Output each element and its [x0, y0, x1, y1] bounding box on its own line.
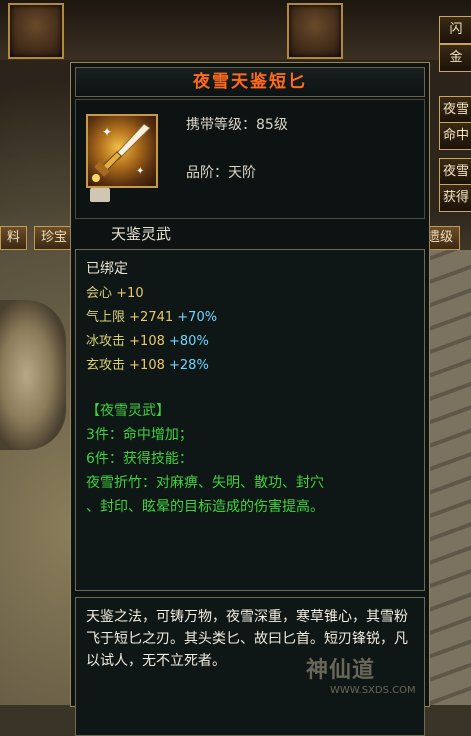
right-button-2[interactable]: 金: [439, 44, 471, 72]
equip-slot-left[interactable]: [8, 3, 64, 59]
set-bonus-line: 夜雪折竹：对麻痹、失明、散功、封穴: [86, 475, 324, 491]
bound-status: 已绑定: [86, 261, 128, 277]
stats-panel: 已绑定 会心 +10 气上限 +2741 +70% 冰攻击 +108 +80% …: [75, 249, 425, 591]
right-button-1[interactable]: 闪: [439, 16, 471, 44]
set-bonus-line: 6件：获得技能：: [86, 451, 193, 467]
right-button-5[interactable]: 夜雪: [439, 158, 471, 186]
stat-percent: +28%: [169, 358, 209, 373]
stat-percent: +80%: [169, 334, 209, 349]
right-button-3[interactable]: 夜雪: [439, 96, 471, 124]
top-bar: [0, 0, 471, 60]
equip-slot-right[interactable]: [287, 3, 343, 59]
set-bonus-line: 、封印、眩晕的目标造成的伤害提高。: [86, 499, 324, 515]
set-bonus-line: 3件：命中增加；: [86, 427, 193, 443]
stat-value: +10: [116, 286, 144, 301]
stat-row: 会心 +10: [86, 282, 144, 301]
item-title: 夜雪天鉴短匕: [75, 67, 425, 97]
stat-label: 冰攻击: [86, 334, 126, 349]
set-name: 天鉴灵武: [111, 225, 172, 243]
stat-label: 气上限: [86, 310, 126, 325]
bound-key-icon: [90, 188, 110, 202]
right-button-6[interactable]: 获得: [439, 184, 471, 212]
tab-treasure[interactable]: 珍宝: [34, 226, 75, 250]
tab-materials[interactable]: 料: [0, 226, 28, 250]
set-bonus-header: 【夜雪灵武】: [86, 403, 170, 419]
stat-label: 玄攻击: [86, 358, 126, 373]
item-tooltip: 夜雪天鉴短匕 ✦ ✦ 携带等级：85级 品阶：天阶 天鉴灵武 已绑定 会心 +1…: [70, 62, 430, 736]
stone-ornament: [0, 300, 66, 450]
stat-value: +108: [129, 358, 165, 373]
stat-value: +108: [129, 334, 165, 349]
item-header: ✦ ✦ 携带等级：85级 品阶：天阶: [75, 99, 425, 219]
dagger-icon: ✦ ✦: [86, 114, 158, 188]
stat-percent: +70%: [177, 310, 218, 325]
stat-label: 会心: [86, 286, 113, 301]
watermark: 神仙道: [306, 658, 376, 683]
stat-row: 气上限 +2741 +70%: [86, 306, 217, 325]
watermark-url: WWW.SXDS.COM: [330, 685, 416, 696]
carry-level: 携带等级：85级: [186, 117, 288, 133]
stat-row: 玄攻击 +108 +28%: [86, 354, 209, 373]
item-grade: 品阶：天阶: [186, 165, 256, 181]
svg-text:✦: ✦: [102, 125, 112, 139]
svg-text:✦: ✦: [136, 166, 144, 177]
stat-row: 冰攻击 +108 +80%: [86, 330, 209, 349]
right-button-4[interactable]: 命中: [439, 122, 471, 150]
stat-value: +2741: [129, 310, 174, 325]
